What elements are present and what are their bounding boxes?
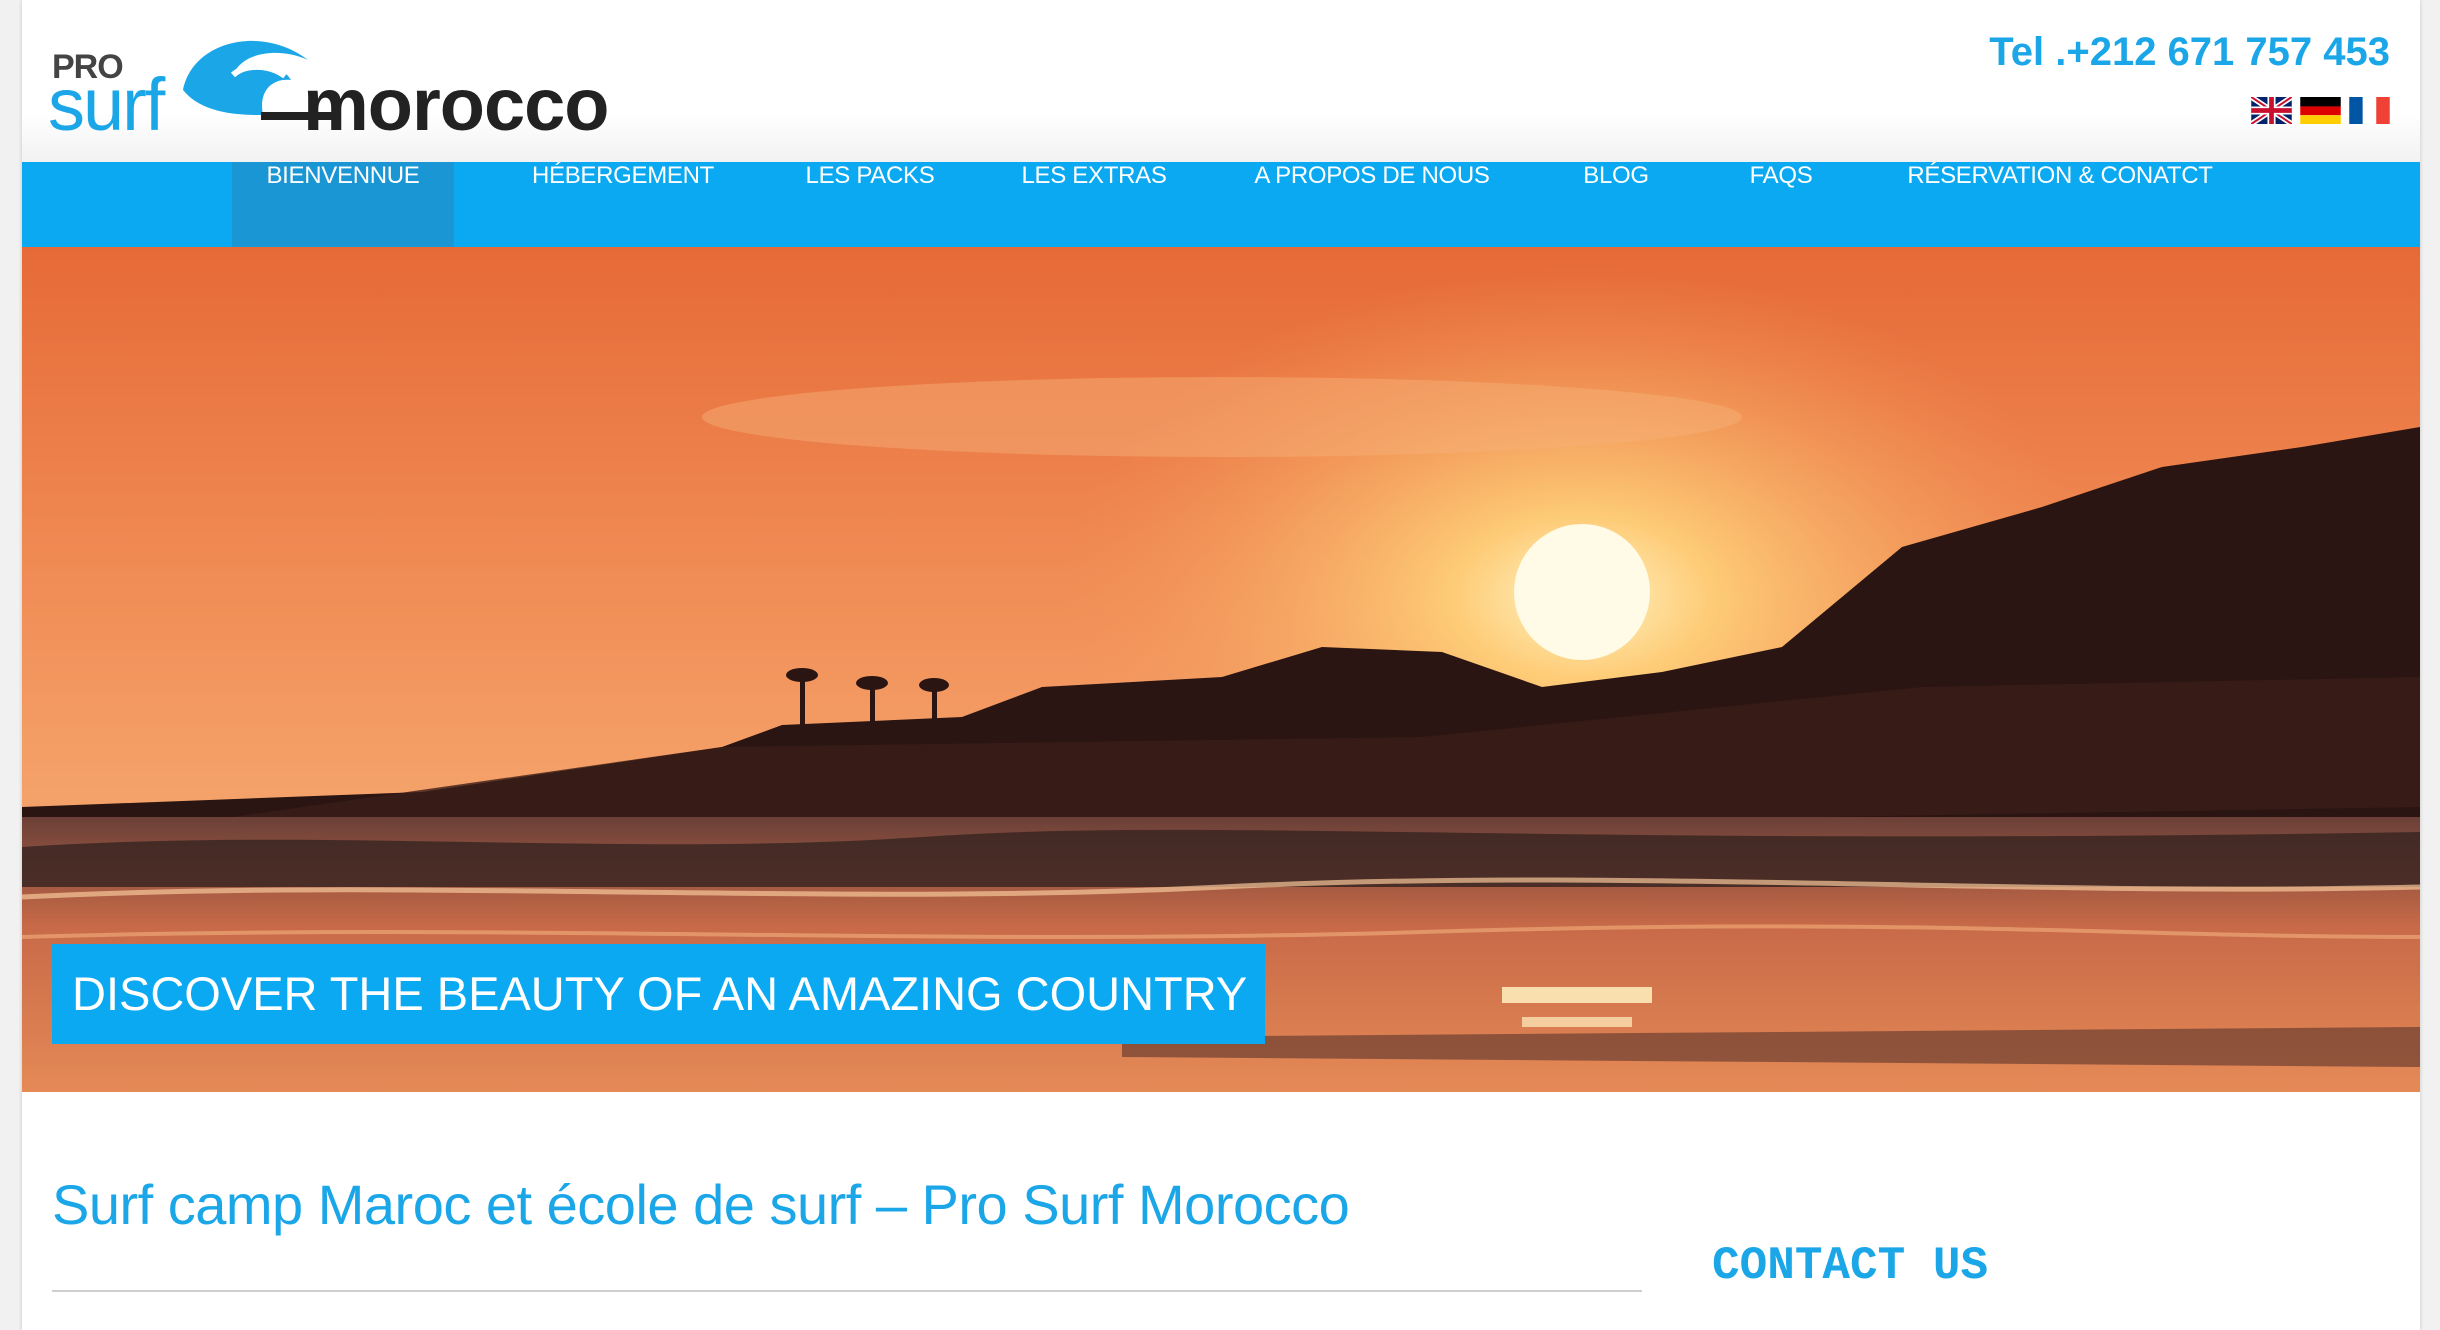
main-navigation: BIENVENNUE HÉBERGEMENT LES PACKS LES EXT…	[22, 162, 2420, 247]
contact-us-heading: CONTACT US	[1712, 1240, 1989, 1292]
nav-item-les-packs[interactable]: LES PACKS	[782, 162, 958, 247]
nav-item-faqs[interactable]: FAQS	[1722, 162, 1840, 247]
page-frame: PRO surf morocco Tel .+212 671 757 453 B…	[22, 0, 2420, 1330]
title-divider	[52, 1290, 1642, 1292]
logo-surf-text: surf	[48, 63, 165, 146]
hero-tagline: DISCOVER THE BEAUTY OF AN AMAZING COUNTR…	[52, 944, 1266, 1044]
site-logo[interactable]: PRO surf morocco	[48, 20, 668, 146]
nav-item-a-propos[interactable]: A PROPOS DE NOUS	[1232, 162, 1512, 247]
nav-item-hebergement[interactable]: HÉBERGEMENT	[512, 162, 734, 247]
logo-morocco-text: morocco	[303, 63, 610, 146]
nav-item-les-extras[interactable]: LES EXTRAS	[1002, 162, 1186, 247]
germany-flag-icon[interactable]	[2300, 97, 2341, 124]
page-title: Surf camp Maroc et école de surf – Pro S…	[52, 1173, 1350, 1236]
nav-item-reservation-contact[interactable]: RÉSERVATION & CONATCT	[1890, 162, 2230, 247]
phone-number[interactable]: Tel .+212 671 757 453	[1989, 30, 2390, 75]
hero-banner: DISCOVER THE BEAUTY OF AN AMAZING COUNTR…	[22, 247, 2420, 1092]
uk-flag-icon[interactable]	[2251, 97, 2292, 124]
nav-item-bienvennue[interactable]: BIENVENNUE	[232, 162, 454, 247]
nav-item-blog[interactable]: BLOG	[1552, 162, 1680, 247]
site-header: PRO surf morocco Tel .+212 671 757 453	[22, 0, 2420, 162]
france-flag-icon[interactable]	[2349, 97, 2390, 124]
language-switcher	[2251, 97, 2390, 124]
